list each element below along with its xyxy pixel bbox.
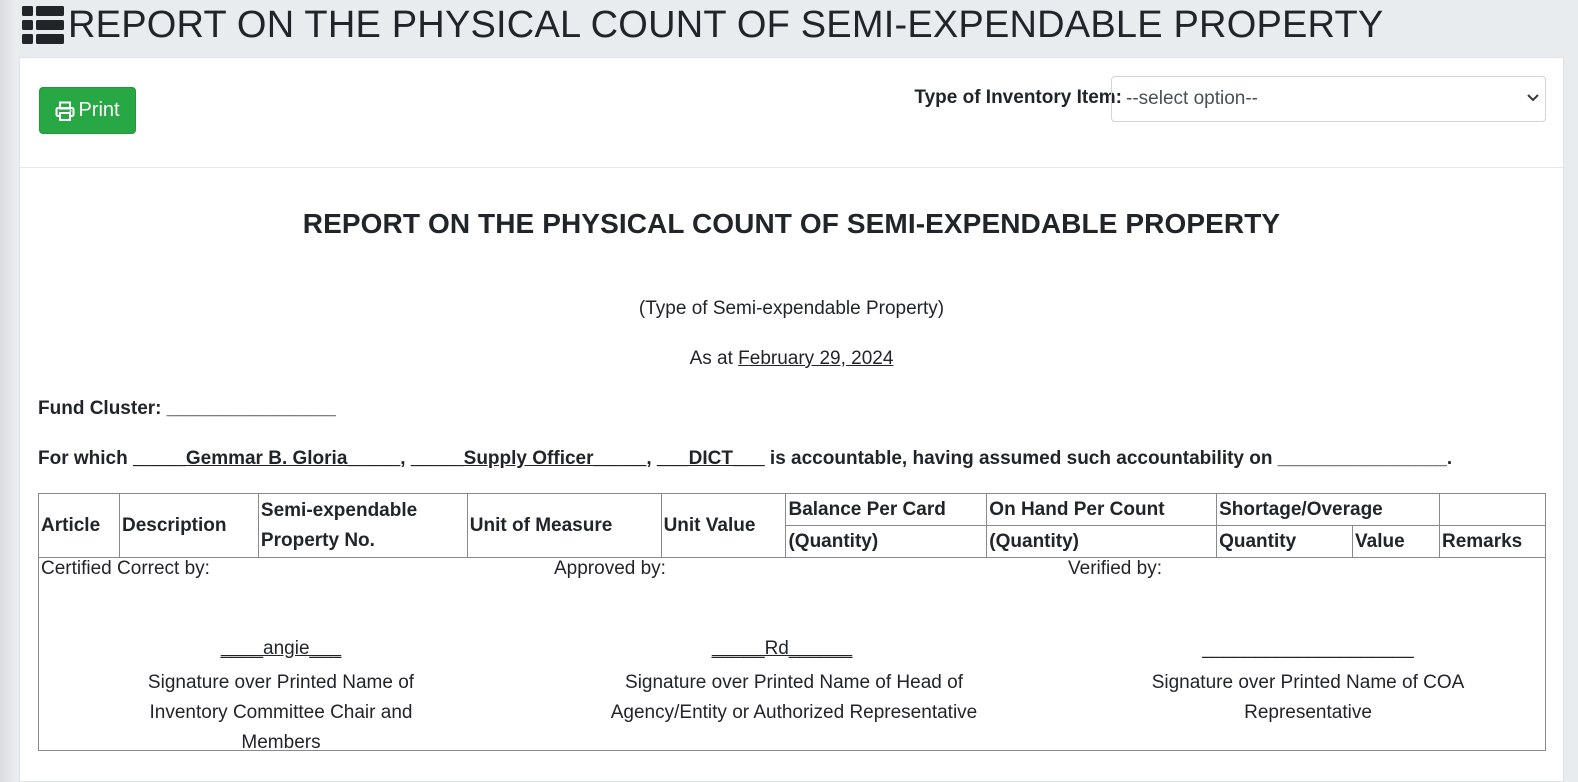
- approved-block: Approved by: _____Rd______ Signature ove…: [554, 558, 1034, 723]
- col-unit-of-measure: Unit of Measure: [466, 493, 662, 558]
- chevron-down-icon: [1527, 94, 1539, 102]
- col-balance-per-card: Balance Per Card: [785, 493, 988, 526]
- verified-name: ____________________: [1202, 638, 1414, 659]
- col-unit-value: Unit Value: [660, 493, 787, 558]
- sidebar-edge: [0, 0, 18, 782]
- col-shortage-quantity: Quantity: [1216, 525, 1354, 558]
- approved-label: Approved by:: [554, 558, 666, 579]
- approved-caption: Signature over Printed Name of Head of A…: [610, 672, 978, 723]
- accountable-office: ___DICT___: [656, 448, 765, 469]
- report-title: REPORT ON THE PHYSICAL COUNT OF SEMI-EXP…: [302, 208, 1281, 239]
- certified-label: Certified Correct by:: [41, 558, 210, 579]
- verified-block: Verified by: ____________________ Signat…: [1068, 558, 1548, 723]
- report-subtitle: (Type of Semi-expendable Property): [638, 298, 945, 319]
- col-on-hand-quantity: (Quantity): [986, 525, 1218, 558]
- certified-name: ____angie___: [220, 638, 342, 659]
- assumed-date: ________________.: [1277, 448, 1453, 469]
- col-remarks-top: [1438, 493, 1547, 526]
- verified-caption: Signature over Printed Name of COA Repre…: [1151, 672, 1465, 723]
- col-balance-quantity: (Quantity): [785, 525, 988, 558]
- certified-caption: Signature over Printed Name of Inventory…: [147, 672, 415, 753]
- col-property-no: Semi-expendable Property No.: [257, 493, 468, 558]
- col-on-hand-per-count: On Hand Per Count: [986, 493, 1218, 526]
- col-article: Article: [38, 493, 120, 558]
- fund-cluster-line: Fund Cluster: ________________: [38, 398, 336, 420]
- inventory-type-value: --select option--: [1126, 88, 1258, 109]
- signature-row: Certified Correct by: ____angie___ Signa…: [38, 557, 1548, 753]
- printer-icon: [55, 101, 75, 121]
- print-button-label: Print: [78, 99, 120, 121]
- print-button[interactable]: Print: [39, 87, 136, 134]
- list-icon: [22, 6, 64, 44]
- inventory-table: Article Description Semi-expendable Prop…: [38, 493, 1548, 753]
- page-title: REPORT ON THE PHYSICAL COUNT OF SEMI-EXP…: [68, 3, 1384, 46]
- toolbar: Print Type of Inventory Item: --select o…: [20, 58, 1563, 168]
- certified-block: Certified Correct by: ____angie___ Signa…: [41, 558, 521, 753]
- as-at-line: As at February 29, 2024: [20, 348, 1563, 370]
- as-at-date: February 29, 2024: [738, 348, 894, 369]
- page-header: REPORT ON THE PHYSICAL COUNT OF SEMI-EXP…: [22, 4, 1383, 46]
- fund-cluster-label: Fund Cluster:: [38, 398, 162, 419]
- for-which-prefix: For which: [38, 448, 128, 469]
- accountable-name: _____Gemmar B. Gloria_____: [133, 448, 401, 469]
- as-at-prefix: As at: [689, 348, 733, 369]
- accountability-line: For which _____Gemmar B. Gloria_____, __…: [38, 448, 1453, 469]
- col-description: Description: [118, 493, 259, 558]
- inventory-type-label: Type of Inventory Item:: [914, 87, 1122, 108]
- accountable-position: _____Supply Officer_____: [410, 448, 647, 469]
- inventory-type-select[interactable]: --select option--: [1111, 76, 1546, 122]
- table-header-row: Article Description Semi-expendable Prop…: [38, 493, 1547, 558]
- accountable-suffix: is accountable, having assumed such acco…: [769, 448, 1273, 469]
- fund-cluster-value: ________________: [166, 398, 336, 419]
- col-shortage-overage: Shortage/Overage: [1216, 493, 1440, 526]
- signature-cell: Certified Correct by: ____angie___ Signa…: [38, 557, 1548, 753]
- approved-name: _____Rd______: [711, 638, 853, 659]
- verified-label: Verified by:: [1068, 558, 1162, 579]
- report-card: Print Type of Inventory Item: --select o…: [19, 57, 1564, 782]
- col-remarks: Remarks: [1438, 525, 1547, 558]
- col-shortage-value: Value: [1352, 525, 1440, 558]
